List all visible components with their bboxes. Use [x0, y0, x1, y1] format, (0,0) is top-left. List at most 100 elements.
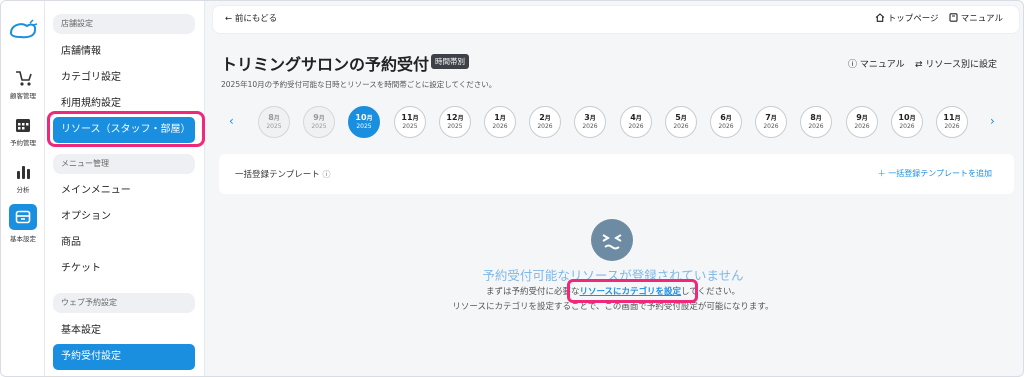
- template-card: 一括登録テンプレート ⓘ ＋ 一括登録テンプレートを追加: [219, 154, 1014, 194]
- sad-face-icon: [591, 219, 633, 261]
- page-title: トリミングサロンの予約受付: [221, 55, 430, 74]
- month-number: 9月: [856, 113, 868, 122]
- back-label: 前にもどる: [234, 14, 278, 24]
- rail-label: 予約管理: [10, 139, 36, 147]
- rail-label: 顧客管理: [10, 92, 36, 100]
- rail-label: 分析: [16, 186, 30, 194]
- month-suffix: 月: [366, 115, 373, 122]
- rail-item-customers[interactable]: 顧客管理: [1, 69, 45, 100]
- sidebar-item-options[interactable]: オプション: [53, 204, 195, 230]
- month-button[interactable]: 12月 2025: [439, 106, 471, 138]
- month-button[interactable]: 9月 2025: [303, 106, 335, 138]
- month-button[interactable]: 4月 2026: [620, 106, 652, 138]
- month-number: 8月: [810, 113, 822, 122]
- rail-item-analytics[interactable]: 分析: [1, 163, 45, 194]
- home-icon: [875, 13, 885, 22]
- sidebar-item-reception[interactable]: 予約受付設定: [53, 344, 195, 370]
- arrow-left-icon: ←: [225, 14, 233, 24]
- month-number: 9月: [313, 113, 325, 122]
- month-number: 3月: [584, 113, 596, 122]
- month-button[interactable]: 2月 2026: [529, 106, 561, 138]
- month-button[interactable]: 3月 2026: [574, 106, 606, 138]
- month-suffix: 月: [725, 115, 732, 122]
- month-suffix: 月: [680, 115, 687, 122]
- icon-rail: 顧客管理 予約管理 分析 基本設定: [1, 1, 45, 376]
- sidebar-item-basic[interactable]: 基本設定: [53, 318, 195, 344]
- back-link[interactable]: ← 前にもどる: [225, 6, 277, 33]
- top-bar: ← 前にもどる トップページ マニュアル: [213, 6, 1019, 33]
- info-icon: ⓘ: [848, 60, 858, 70]
- rail-item-settings[interactable]: 基本設定: [1, 204, 45, 243]
- month-year: 2025: [447, 123, 463, 130]
- prev-month-arrow[interactable]: ‹: [229, 114, 234, 128]
- top-page-label: トップページ: [887, 14, 939, 24]
- month-number: 2月: [539, 113, 551, 122]
- month-button[interactable]: 11月 2026: [936, 106, 968, 138]
- month-year: 2025: [402, 123, 418, 130]
- manual-link[interactable]: ⓘ マニュアル: [848, 57, 905, 70]
- settings-box-icon: [15, 210, 31, 224]
- month-suffix: 月: [861, 115, 868, 122]
- month-suffix: 月: [635, 115, 642, 122]
- month-suffix: 月: [909, 115, 916, 122]
- month-suffix: 月: [318, 115, 325, 122]
- month-button[interactable]: 5月 2026: [665, 106, 697, 138]
- month-number: 5月: [675, 113, 687, 122]
- add-template-button[interactable]: ＋ 一括登録テンプレートを追加: [878, 168, 992, 179]
- per-resource-label: リソース別に設定: [925, 60, 997, 70]
- month-suffix: 月: [273, 115, 280, 122]
- month-number: 7月: [765, 113, 777, 122]
- month-number: 12月: [446, 113, 464, 122]
- month-number: 10月: [355, 113, 373, 122]
- manual-label: マニュアル: [960, 14, 1003, 24]
- month-button[interactable]: 8月 2026: [800, 106, 832, 138]
- sidebar-section-menu: メニュー管理: [53, 154, 195, 174]
- month-button[interactable]: 8月 2025: [258, 106, 290, 138]
- help-icon[interactable]: ⓘ: [322, 170, 330, 179]
- top-page-link[interactable]: トップページ: [875, 6, 939, 33]
- month-button[interactable]: 10月 2025: [348, 106, 380, 138]
- month-number: 11月: [401, 113, 419, 122]
- month-number: 11月: [943, 113, 961, 122]
- bar-chart-icon: [17, 166, 30, 179]
- month-suffix: 月: [589, 115, 596, 122]
- month-suffix: 月: [954, 115, 961, 122]
- rail-label: 基本設定: [10, 235, 36, 243]
- month-button[interactable]: 10月 2026: [891, 106, 923, 138]
- next-month-arrow[interactable]: ›: [990, 114, 995, 128]
- month-year: 2026: [899, 123, 915, 130]
- rail-item-reservations[interactable]: 予約管理: [1, 116, 45, 147]
- month-year: 2026: [628, 123, 644, 130]
- month-button[interactable]: 6月 2026: [710, 106, 742, 138]
- sidebar-item-store-info[interactable]: 店舗情報: [53, 39, 195, 65]
- stroller-icon: [16, 71, 32, 86]
- month-year: 2025: [311, 123, 327, 130]
- month-number: 1月: [494, 113, 506, 122]
- month-button[interactable]: 9月 2026: [846, 106, 878, 138]
- per-resource-button[interactable]: ⇄ リソース別に設定: [915, 57, 997, 70]
- month-number: 8月: [268, 113, 280, 122]
- manual-link-label: マニュアル: [859, 60, 905, 70]
- month-button[interactable]: 11月 2025: [394, 106, 426, 138]
- book-icon: [949, 13, 958, 22]
- month-year: 2026: [492, 123, 508, 130]
- manual-link-top[interactable]: マニュアル: [949, 6, 1003, 33]
- month-button[interactable]: 7月 2026: [755, 106, 787, 138]
- sidebar-item-category[interactable]: カテゴリ設定: [53, 65, 195, 91]
- empty-line1-before: まずは予約受付に必要な: [485, 287, 580, 297]
- month-suffix: 月: [499, 115, 506, 122]
- month-year: 2026: [537, 123, 553, 130]
- sidebar-item-products[interactable]: 商品: [53, 230, 195, 256]
- month-year: 2026: [808, 123, 824, 130]
- logo-icon[interactable]: [8, 19, 38, 41]
- template-title-label: 一括登録テンプレート: [235, 170, 320, 180]
- month-year: 2026: [582, 123, 598, 130]
- sidebar-item-main-menu[interactable]: メインメニュー: [53, 178, 195, 204]
- month-suffix: 月: [412, 115, 419, 122]
- month-year: 2026: [673, 123, 689, 130]
- month-button[interactable]: 1月 2026: [484, 106, 516, 138]
- calendar-icon: [16, 119, 30, 132]
- month-suffix: 月: [457, 115, 464, 122]
- sidebar-item-tickets[interactable]: チケット: [53, 256, 195, 282]
- month-suffix: 月: [770, 115, 777, 122]
